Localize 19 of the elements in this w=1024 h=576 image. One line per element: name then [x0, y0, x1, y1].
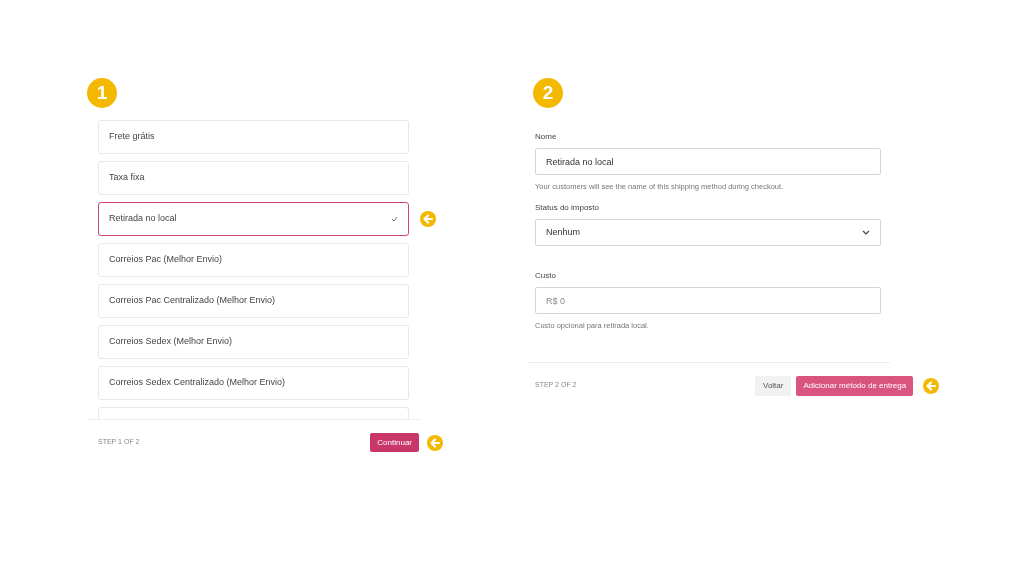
field-label: Custo [535, 270, 557, 283]
option-card[interactable]: Correios Sedex Centralizado (Melhor Envio) [98, 366, 409, 400]
field-label: Status do imposto [535, 202, 601, 215]
input-field[interactable]: R$ 0 [535, 287, 881, 315]
field-label: Nome [535, 131, 558, 143]
option-card[interactable]: Correios Pac Centralizado (Melhor Envio) [98, 284, 409, 318]
option-card[interactable]: Frete grátis [98, 120, 409, 154]
option-card[interactable]: Correios Sedex (Melhor Envio) [98, 325, 409, 359]
option-card[interactable]: Retirada no local [98, 202, 409, 236]
add-shipping-method-button[interactable]: Adicionar método de entrega [796, 375, 914, 396]
select-field[interactable]: Nenhum [535, 219, 881, 247]
step-badge: 2 [533, 78, 563, 108]
option-card[interactable]: Correios Pac (Melhor Envio) [98, 243, 409, 277]
input-field[interactable]: Retirada no local [535, 148, 881, 175]
step-badge: 1 [87, 78, 117, 108]
back-button[interactable]: Voltar [755, 375, 792, 396]
option-card[interactable]: Taxa fixa [98, 161, 409, 195]
option-label: Retirada no local [109, 212, 177, 226]
continue-button[interactable]: Continuar [370, 433, 419, 452]
